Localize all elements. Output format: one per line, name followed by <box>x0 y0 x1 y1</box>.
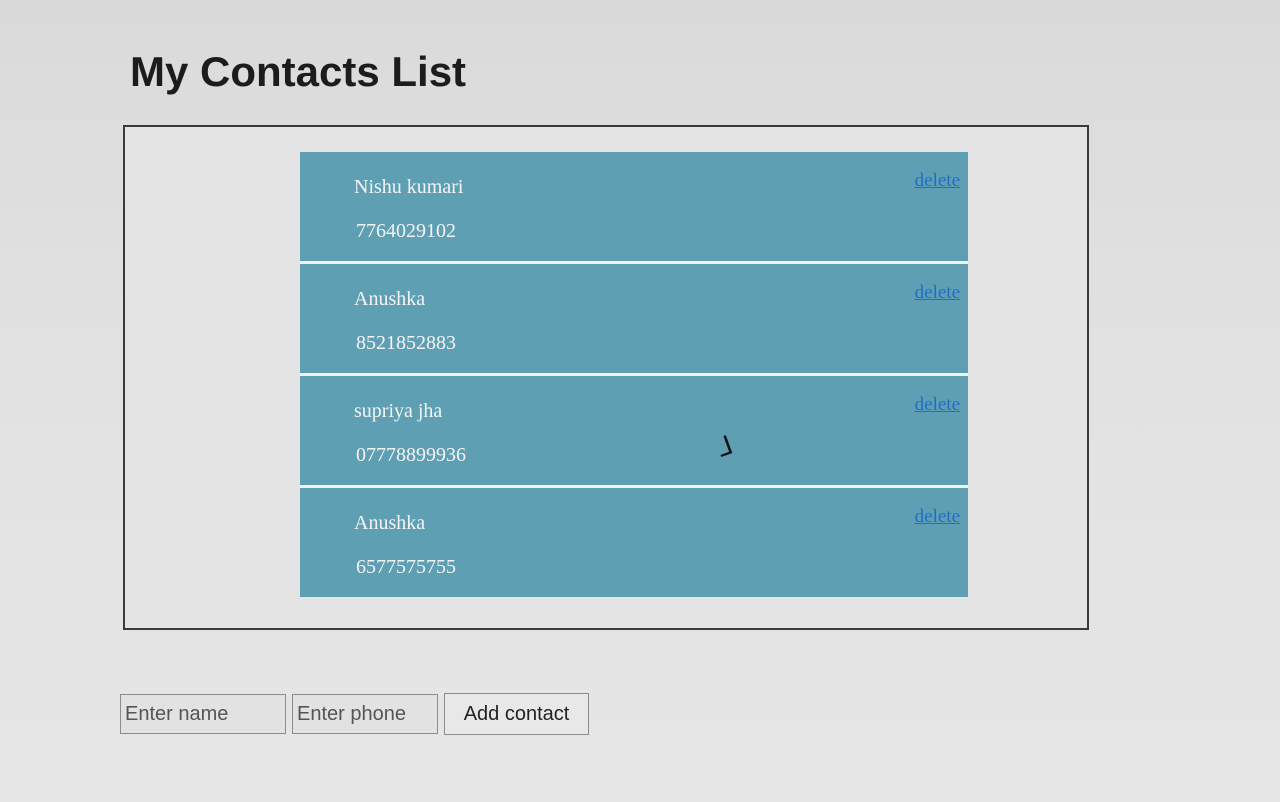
contact-item: Anushka 8521852883 delete <box>300 264 968 376</box>
contact-item: supriya jha 07778899936 delete <box>300 376 968 488</box>
contact-phone: 07778899936 <box>356 444 466 466</box>
contact-phone: 7764029102 <box>356 220 456 242</box>
add-contact-button[interactable]: Add contact <box>444 693 589 735</box>
delete-link[interactable]: delete <box>915 282 960 304</box>
name-input[interactable] <box>120 694 286 734</box>
contact-name: Anushka <box>354 288 426 310</box>
contact-item: Nishu kumari 7764029102 delete <box>300 152 968 264</box>
delete-link[interactable]: delete <box>915 170 960 192</box>
delete-link[interactable]: delete <box>915 506 960 528</box>
contact-phone: 6577575755 <box>356 556 456 578</box>
contact-name: Nishu kumari <box>354 176 464 198</box>
contact-list: Nishu kumari 7764029102 delete Anushka 8… <box>300 152 968 600</box>
page-title: My Contacts List <box>130 48 467 95</box>
phone-input[interactable] <box>292 694 438 734</box>
page: My Contacts List Nishu kumari 7764029102… <box>0 0 1280 802</box>
contact-name: Anushka <box>354 512 426 534</box>
add-contact-form: Add contact <box>120 693 589 735</box>
contact-phone: 8521852883 <box>356 332 456 354</box>
delete-link[interactable]: delete <box>915 394 960 416</box>
contact-name: supriya jha <box>354 400 443 422</box>
contact-item: Anushka 6577575755 delete <box>300 488 968 600</box>
